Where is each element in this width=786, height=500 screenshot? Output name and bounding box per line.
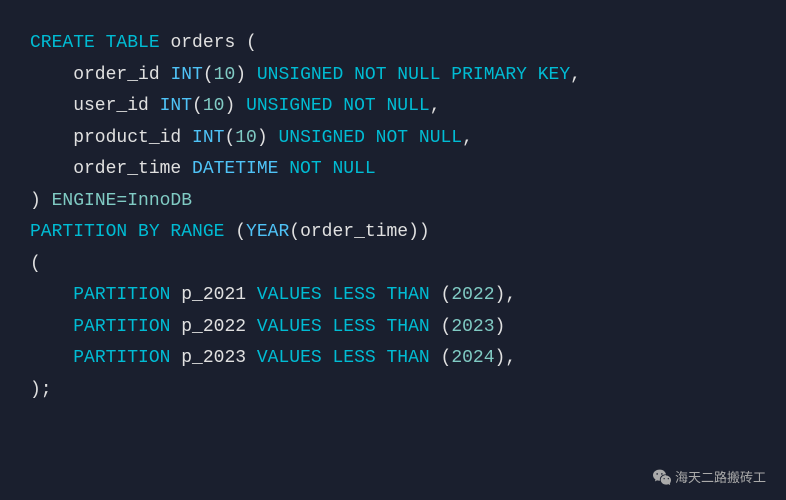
code-token: INT <box>160 91 192 123</box>
code-token: ); <box>30 375 52 407</box>
code-token: orders <box>170 28 235 60</box>
code-token: 10 <box>203 91 225 123</box>
code-token: user_id <box>30 91 160 123</box>
code-token: ), <box>495 280 517 312</box>
code-line-line5: order_time DATETIME NOT NULL <box>30 154 756 186</box>
code-line-line10: PARTITION p_2022 VALUES LESS THAN (2023) <box>30 312 756 344</box>
code-token: UNSIGNED NOT NULL PRIMARY KEY <box>257 60 570 92</box>
code-token: CREATE TABLE <box>30 28 170 60</box>
code-token <box>30 280 73 312</box>
code-token: PARTITION BY RANGE <box>30 217 235 249</box>
code-token: ENGINE=InnoDB <box>52 186 192 218</box>
code-token <box>30 343 73 375</box>
code-token: ( <box>235 217 246 249</box>
code-token: product_id <box>30 123 192 155</box>
code-token: ( <box>192 91 203 123</box>
code-token: ) <box>257 123 279 155</box>
code-token: , <box>570 60 581 92</box>
code-token: ( <box>289 217 300 249</box>
code-token: ( <box>441 312 452 344</box>
code-token: PARTITION <box>73 343 181 375</box>
code-token: UNSIGNED NOT NULL <box>246 91 430 123</box>
code-token: ) <box>235 60 257 92</box>
watermark-text: 海天二路搬砖工 <box>675 467 766 486</box>
code-token: DATETIME <box>192 154 289 186</box>
code-line-line6: ) ENGINE=InnoDB <box>30 186 756 218</box>
code-token: VALUES LESS THAN <box>257 280 441 312</box>
wechat-icon <box>653 468 671 486</box>
code-token: VALUES LESS THAN <box>257 343 441 375</box>
code-token: UNSIGNED NOT NULL <box>278 123 462 155</box>
code-line-line8: ( <box>30 249 756 281</box>
code-token: INT <box>192 123 224 155</box>
code-token: ) <box>224 91 246 123</box>
code-line-line11: PARTITION p_2023 VALUES LESS THAN (2024)… <box>30 343 756 375</box>
code-token: INT <box>170 60 202 92</box>
code-token: order_id <box>30 60 170 92</box>
code-line-line4: product_id INT(10) UNSIGNED NOT NULL, <box>30 123 756 155</box>
code-token <box>30 312 73 344</box>
code-token: order_time <box>30 154 192 186</box>
code-token: ), <box>495 343 517 375</box>
code-editor: CREATE TABLE orders ( order_id INT(10) U… <box>0 0 786 500</box>
code-token: p_2023 <box>181 343 257 375</box>
code-line-line1: CREATE TABLE orders ( <box>30 28 756 60</box>
watermark: 海天二路搬砖工 <box>653 467 766 486</box>
code-token: 2022 <box>451 280 494 312</box>
code-line-line7: PARTITION BY RANGE (YEAR(order_time)) <box>30 217 756 249</box>
code-line-line3: user_id INT(10) UNSIGNED NOT NULL, <box>30 91 756 123</box>
code-line-line12: ); <box>30 375 756 407</box>
code-token: 10 <box>235 123 257 155</box>
code-token: YEAR <box>246 217 289 249</box>
code-token: ( <box>30 249 41 281</box>
code-token: PARTITION <box>73 280 181 312</box>
code-token: ( <box>441 280 452 312</box>
code-token: )) <box>408 217 430 249</box>
code-token: ) <box>495 312 506 344</box>
code-token: ) <box>30 186 52 218</box>
code-line-line9: PARTITION p_2021 VALUES LESS THAN (2022)… <box>30 280 756 312</box>
code-token: , <box>462 123 473 155</box>
code-token: VALUES LESS THAN <box>257 312 441 344</box>
code-token: , <box>430 91 441 123</box>
code-block: CREATE TABLE orders ( order_id INT(10) U… <box>30 28 756 406</box>
code-token: p_2022 <box>181 312 257 344</box>
code-token: order_time <box>300 217 408 249</box>
code-token: ( <box>235 28 257 60</box>
code-token: ( <box>203 60 214 92</box>
code-token: ( <box>224 123 235 155</box>
code-token: ( <box>441 343 452 375</box>
code-token: NOT NULL <box>289 154 375 186</box>
code-token: 2024 <box>451 343 494 375</box>
code-token: 10 <box>214 60 236 92</box>
code-line-line2: order_id INT(10) UNSIGNED NOT NULL PRIMA… <box>30 60 756 92</box>
code-token: 2023 <box>451 312 494 344</box>
code-token: PARTITION <box>73 312 181 344</box>
code-token: p_2021 <box>181 280 257 312</box>
